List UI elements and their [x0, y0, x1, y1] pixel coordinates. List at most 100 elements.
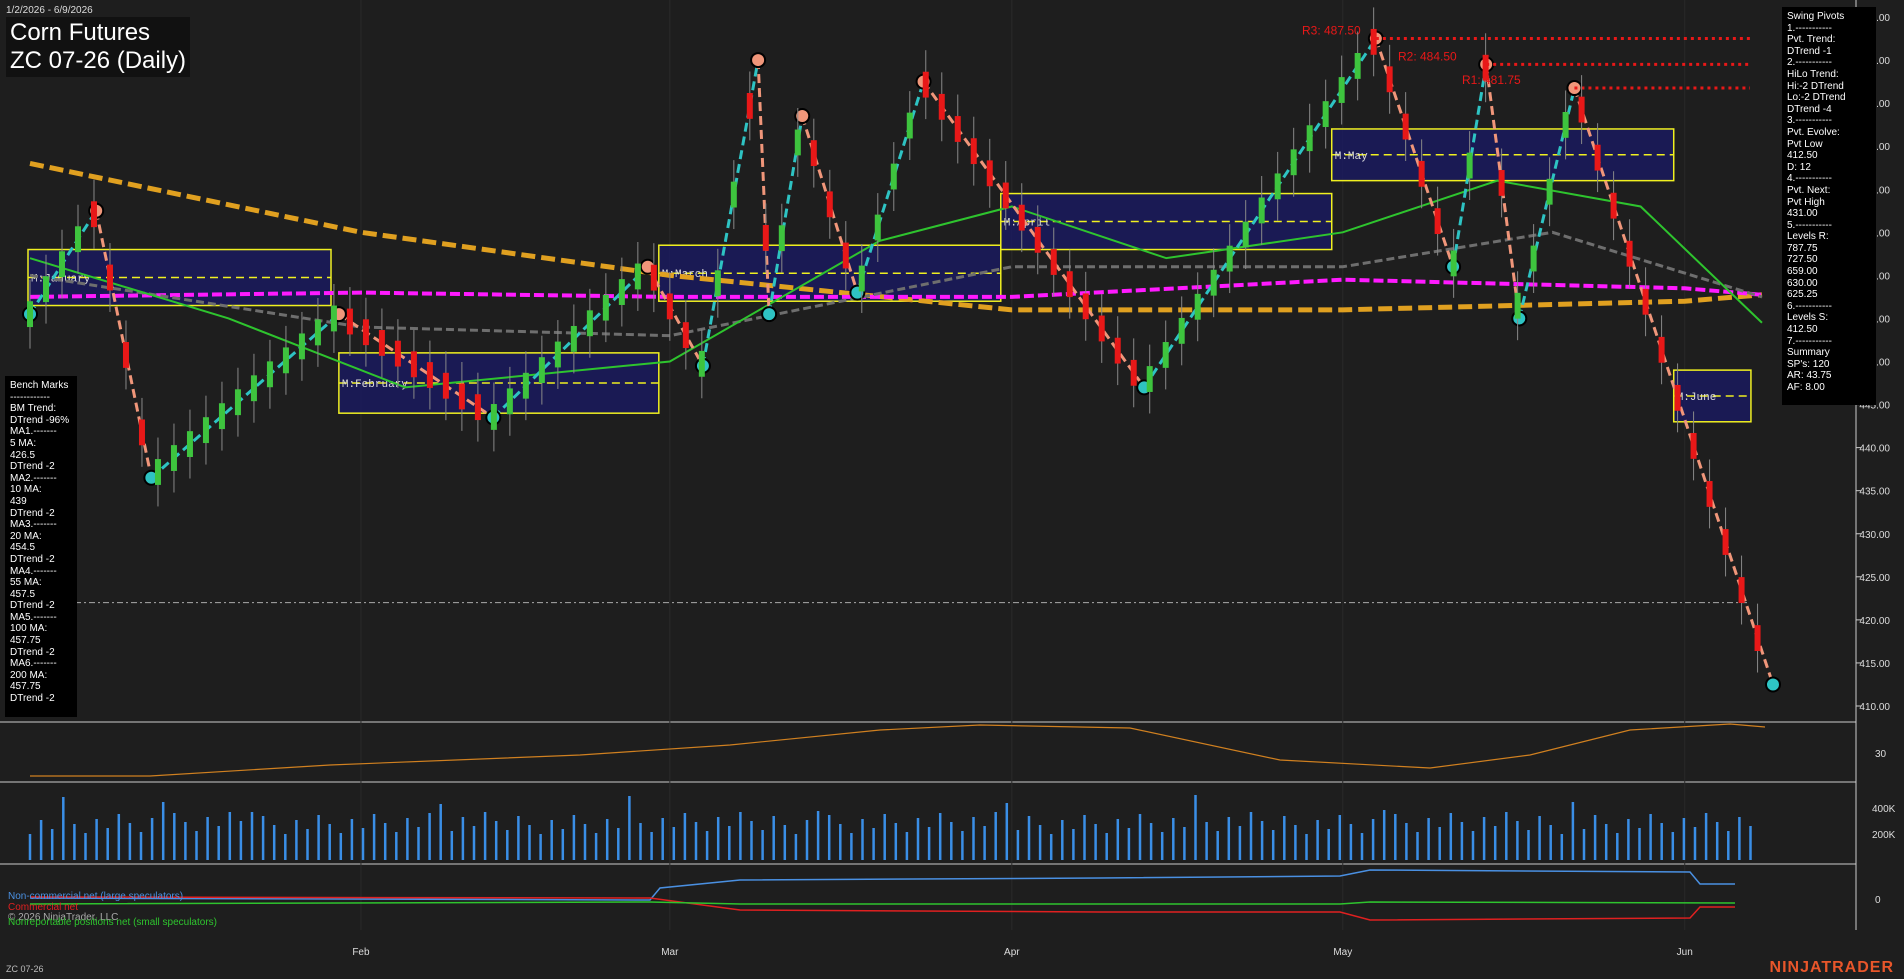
- bench-marks-line: 457.75: [10, 635, 41, 647]
- candle-body: [474, 394, 481, 421]
- candle-body: [410, 351, 417, 378]
- bench-marks-line: 457.75: [10, 681, 41, 693]
- swing-pivots-line: DTrend -4: [1787, 103, 1832, 115]
- candle-body: [170, 445, 177, 471]
- candle-body: [1338, 77, 1345, 103]
- candle-body: [154, 459, 161, 485]
- candle-body: [714, 270, 721, 297]
- swing-pivots-line: AF: 8.00: [1787, 382, 1825, 393]
- candle-body: [1306, 125, 1313, 152]
- bench-marks-panel: Bench Marks ------------ BM Trend: DTrend -…: [5, 376, 77, 717]
- candle-body: [1450, 250, 1457, 277]
- candle-body: [1274, 173, 1281, 200]
- candle-body: [666, 293, 673, 320]
- x-tick-label: May: [1333, 947, 1352, 958]
- candle-body: [90, 201, 97, 228]
- candle-body: [202, 417, 209, 444]
- candle-body: [1210, 269, 1217, 296]
- swing-pivots-line: 2.-----------: [1787, 57, 1832, 69]
- candle-body: [314, 319, 321, 346]
- candle-body: [1674, 384, 1681, 411]
- candle-body: [810, 140, 817, 167]
- swing-pivots-line: 659.00: [1787, 266, 1818, 278]
- candle-body: [42, 276, 49, 303]
- candle-body: [1498, 170, 1505, 196]
- bench-marks-line: MA3.-------: [10, 519, 57, 531]
- x-tick-label: Apr: [1004, 947, 1020, 958]
- swing-pivots-line: Hi:-2 DTrend: [1787, 80, 1844, 92]
- candle-body: [1690, 432, 1697, 459]
- candle-body: [986, 160, 993, 187]
- swing-pivots-line: 625.25: [1787, 289, 1818, 301]
- swing-pivots-line: 412.50: [1787, 150, 1818, 162]
- candle-body: [1610, 192, 1617, 219]
- month-band-label: M:June: [1677, 392, 1717, 404]
- swing-pivots-line: Pvt. Evolve:: [1787, 126, 1840, 138]
- candle-body: [1754, 625, 1761, 651]
- candle-body: [874, 214, 881, 241]
- bench-marks-line: 55 MA:: [10, 577, 42, 589]
- commercial-line: [29, 896, 1735, 921]
- price-chart[interactable]: 490.00485.00480.00475.00470.00465.00460.…: [0, 0, 1904, 979]
- volume-tick: 200K: [1872, 830, 1896, 841]
- bench-marks-line: 5 MA:: [10, 437, 37, 449]
- footer-symbol: ZC 07-26: [6, 964, 44, 974]
- swing-pivots-line: 7.-----------: [1787, 335, 1832, 347]
- candle-body: [394, 340, 401, 367]
- candle-body: [730, 181, 737, 208]
- candle-body: [1466, 152, 1473, 179]
- price-tick-label: 415.00: [1859, 659, 1890, 670]
- candle-body: [1642, 288, 1649, 315]
- swing-pivots-panel: Swing Pivots 1.----------- Pvt. Trend: DTre…: [1782, 7, 1876, 405]
- swing-pivots-line: 6.-----------: [1787, 300, 1832, 312]
- candle-body: [634, 263, 641, 290]
- candle-body: [362, 319, 369, 346]
- nonreportable-line: [29, 901, 1736, 905]
- bench-marks-line: 439: [10, 495, 27, 507]
- resistance-label: R2: 484.50: [1398, 49, 1457, 63]
- candle-body: [138, 419, 145, 446]
- candle-body: [506, 388, 513, 415]
- candle-body: [1626, 240, 1633, 267]
- swing-pivots-line: Summary: [1787, 347, 1830, 359]
- candle-body: [1738, 577, 1745, 603]
- candle-body: [1178, 317, 1185, 344]
- candle-body: [1066, 271, 1073, 298]
- bench-marks-line: Bench Marks: [10, 380, 69, 391]
- volume-tick: 400K: [1872, 804, 1896, 815]
- candle-body: [1482, 54, 1489, 81]
- swing-pivots-line: SP's: 120: [1787, 358, 1830, 370]
- candle-body: [586, 310, 593, 337]
- candle-body: [1402, 113, 1409, 140]
- candle-body: [490, 404, 497, 430]
- x-tick-label: Jun: [1677, 947, 1693, 958]
- candle-body: [1386, 66, 1393, 93]
- date-range: 1/2/2026 - 6/9/2026: [6, 5, 93, 16]
- candle-body: [1098, 315, 1105, 342]
- swing-pivots-line: 431.00: [1787, 208, 1818, 220]
- candle-body: [1226, 245, 1233, 272]
- swing-pivots-line: Levels S:: [1787, 312, 1829, 324]
- candle-body: [1418, 160, 1425, 187]
- candle-body: [330, 305, 337, 332]
- bench-marks-line: DTrend -2: [10, 461, 55, 473]
- candle-body: [1322, 101, 1329, 128]
- instrument-name: Corn Futures: [10, 19, 151, 46]
- bench-marks-line: 454.5: [10, 542, 36, 554]
- candle-body: [906, 112, 913, 139]
- candle-body: [74, 226, 81, 253]
- candle-body: [1546, 178, 1553, 205]
- candle-body: [1002, 182, 1009, 209]
- swing-pivots-line: AR: 43.75: [1787, 370, 1832, 382]
- candle-body: [1530, 245, 1537, 272]
- swing-high-marker: [750, 52, 767, 69]
- candle-body: [1594, 144, 1601, 171]
- candle-body: [1514, 292, 1521, 319]
- candle-body: [1706, 481, 1713, 507]
- resistance-label: R1: 481.75: [1462, 73, 1521, 87]
- candle-body: [538, 357, 545, 384]
- candle-body: [1370, 28, 1377, 55]
- ninjatrader-logo: NINJATRADER: [1769, 959, 1894, 976]
- bench-marks-line: 10 MA:: [10, 484, 42, 496]
- price-tick-label: 420.00: [1859, 616, 1890, 627]
